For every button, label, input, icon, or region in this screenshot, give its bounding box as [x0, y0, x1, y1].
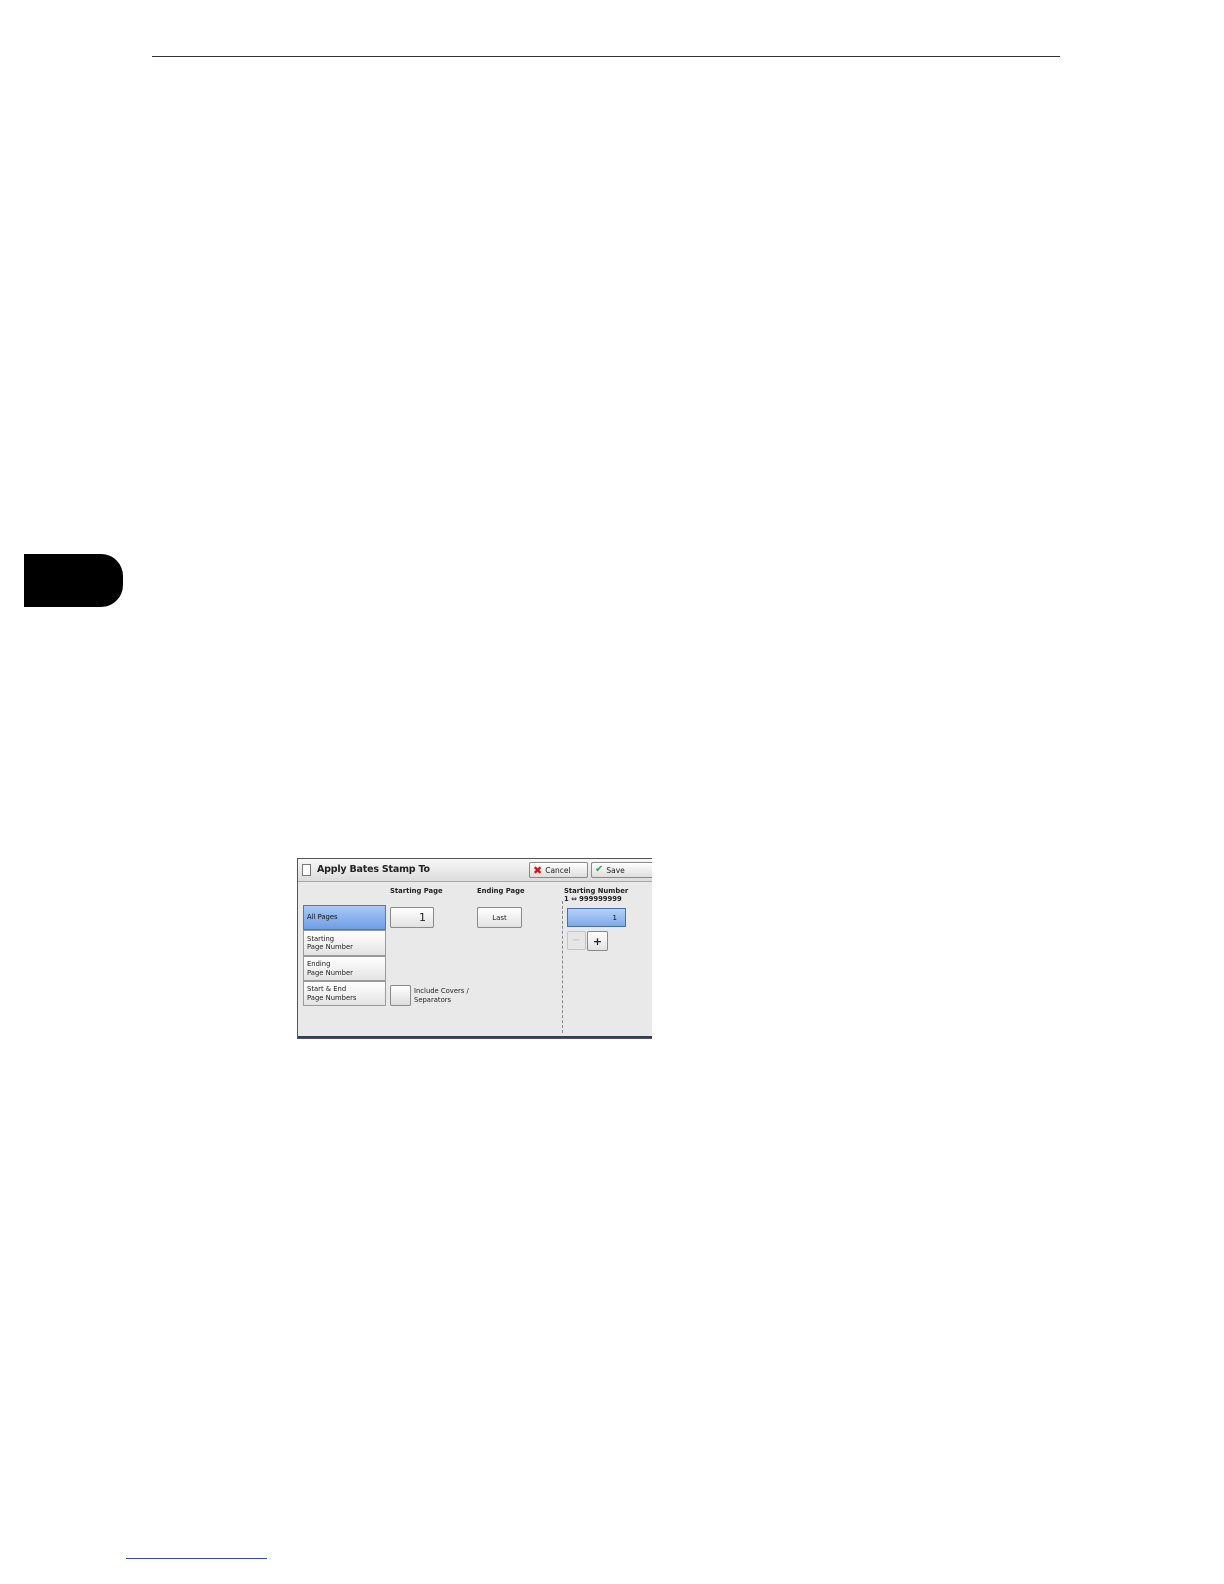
include-covers-checkbox[interactable] [390, 985, 411, 1006]
option-label: Start & End [307, 985, 347, 993]
save-label: Save [606, 865, 625, 875]
option-label: Ending [307, 960, 331, 968]
option-ending-page-number[interactable]: Ending Page Number [303, 956, 386, 981]
option-starting-page-number[interactable]: Starting Page Number [303, 930, 386, 956]
option-all-pages[interactable]: All Pages [303, 905, 386, 930]
option-label: Page Numbers [307, 993, 357, 1002]
option-label: All Pages [307, 913, 338, 922]
dialog-title: Apply Bates Stamp To [317, 864, 430, 875]
document-icon [302, 864, 311, 876]
include-covers-line1: Include Covers / [414, 987, 469, 995]
save-button[interactable]: ✔ Save [591, 862, 652, 878]
close-icon: ✖ [533, 863, 543, 877]
starting-number-field[interactable]: 1 [567, 908, 626, 927]
cancel-button[interactable]: ✖ Cancel [529, 862, 588, 878]
cancel-label: Cancel [545, 865, 571, 875]
option-label: Page Number [307, 968, 353, 977]
chapter-tab [24, 554, 123, 607]
starting-page-label: Starting Page [390, 887, 443, 895]
starting-number-range: 1 ⇔ 999999999 [564, 895, 622, 903]
include-covers-line2: Separators [414, 995, 452, 1004]
ending-page-label: Ending Page [477, 887, 525, 895]
checkmark-icon: ✔ [595, 864, 604, 875]
include-covers-label: Include Covers / Separators [414, 987, 469, 1004]
starting-number-label: Starting Number 1 ⇔ 999999999 [564, 887, 628, 903]
column-divider [562, 901, 563, 1033]
option-start-end-page-numbers[interactable]: Start & End Page Numbers [303, 981, 386, 1006]
screen-bottom-bar [298, 1036, 652, 1038]
option-label: Starting [307, 934, 335, 943]
starting-number-title: Starting Number [564, 887, 629, 895]
decrement-button[interactable]: − [567, 931, 586, 950]
header-rule [152, 56, 1060, 57]
dialog-titlebar: Apply Bates Stamp To ✖ Cancel ✔ Save [298, 859, 652, 882]
starting-page-button[interactable]: 1 [390, 907, 434, 928]
bates-stamp-dialog: Apply Bates Stamp To ✖ Cancel ✔ Save Sta… [297, 858, 652, 1039]
ending-page-button[interactable]: Last [477, 907, 522, 928]
option-label: Page Number [307, 943, 353, 951]
increment-button[interactable]: + [587, 931, 608, 951]
footer-link-rule [126, 1558, 267, 1559]
